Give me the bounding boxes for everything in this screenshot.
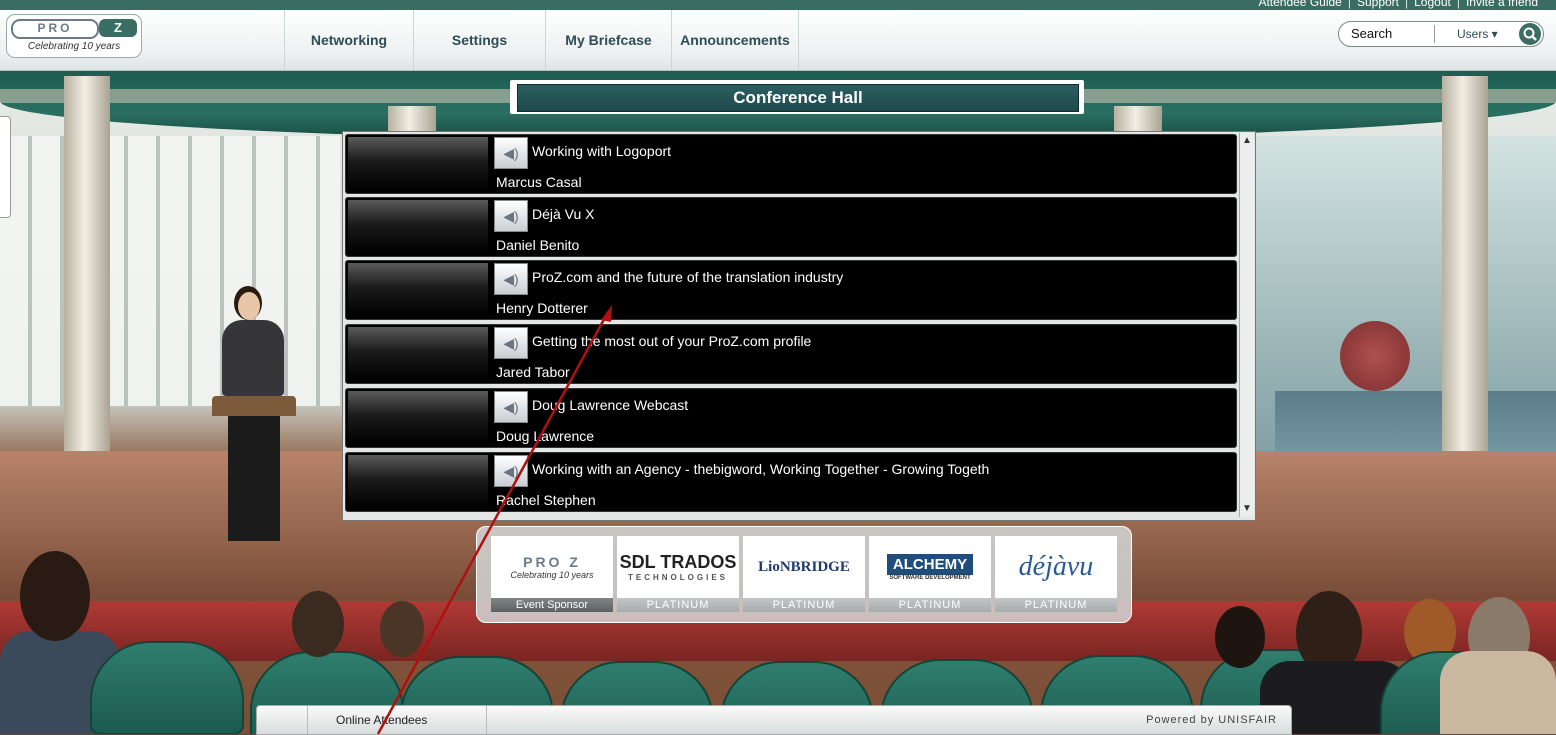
sponsor-dejavu[interactable]: déjàvu PLATINUM [995,536,1117,612]
presenter-figure [222,286,292,396]
sponsor-sub: TECHNOLOGIES [627,573,728,582]
session-list: ◀) Working with Logoport Marcus Casal ◀)… [342,131,1256,521]
page-title: Conference Hall [517,84,1079,112]
session-row[interactable]: ◀) Déjà Vu X Daniel Benito [345,197,1237,257]
speaker-audio-icon[interactable]: ◀) [494,391,528,423]
sponsor-logo-text: ALCHEMY [886,553,974,575]
sponsor-caption: PLATINUM [995,598,1117,612]
session-row[interactable]: ◀) Working with an Agency - thebigword, … [345,452,1237,512]
sponsor-logo-text: déjàvu [1018,551,1094,582]
sponsor-logo-text: LioNBRIDGE [758,558,850,575]
session-thumbnail[interactable] [348,137,488,191]
scroll-up-icon[interactable]: ▲ [1241,134,1253,148]
session-thumbnail[interactable] [348,455,488,509]
session-speaker: Marcus Casal [496,174,582,190]
online-attendees-button[interactable]: Online Attendees [307,706,487,734]
search-box: Search Users ▾ [1338,21,1544,47]
proz-logo[interactable]: PRO Z Celebrating 10 years [6,14,142,58]
sponsor-bar: PRO Z Celebrating 10 years Event Sponsor… [476,526,1132,623]
tab-my-briefcase[interactable]: My Briefcase [545,10,671,70]
nav-tabs: Networking Settings My Briefcase Announc… [284,10,799,70]
session-thumbnail[interactable] [348,391,488,445]
session-title[interactable]: Getting the most out of your ProZ.com pr… [532,333,811,349]
hall-title-frame: Conference Hall [510,80,1084,114]
pillar-left [64,76,110,506]
session-title[interactable]: Doug Lawrence Webcast [532,397,688,413]
powered-by-text: Powered by UNISFAIR [1146,714,1277,726]
session-speaker: Doug Lawrence [496,428,595,444]
sponsor-sub: SOFTWARE DEVELOPMENT [889,574,971,581]
sponsor-caption: PLATINUM [743,598,865,612]
support-link[interactable]: Support [1357,0,1399,9]
session-thumbnail[interactable] [348,263,488,317]
session-title[interactable]: ProZ.com and the future of the translati… [532,269,843,285]
session-speaker: Jared Tabor [496,364,570,380]
logo-pro-text: PRO [11,19,99,39]
session-speaker: Daniel Benito [496,237,580,253]
sponsor-proz[interactable]: PRO Z Celebrating 10 years Event Sponsor [491,536,613,612]
pillar-right [1442,76,1488,506]
sponsor-sdl-trados[interactable]: SDL TRADOS TECHNOLOGIES PLATINUM [617,536,739,612]
search-divider [1434,25,1435,43]
logo-z-text: Z [99,19,137,37]
session-title[interactable]: Working with an Agency - thebigword, Wor… [532,461,989,477]
bottom-bar: Online Attendees Powered by UNISFAIR [256,705,1292,735]
scroll-down-icon[interactable]: ▼ [1241,502,1253,516]
top-links: Attendee Guide | Support | Logout | Invite a f… [1258,0,1538,9]
session-row[interactable]: ◀) Getting the most out of your ProZ.com… [345,324,1237,384]
sponsor-caption: Event Sponsor [491,598,613,612]
sponsor-logo-text: PRO Z [523,554,581,570]
tab-networking[interactable]: Networking [284,10,413,70]
logout-link[interactable]: Logout [1414,0,1451,9]
side-panel-tab[interactable] [0,116,11,218]
speaker-audio-icon[interactable]: ◀) [494,200,528,232]
sponsor-lionbridge[interactable]: LioNBRIDGE PLATINUM [743,536,865,612]
speaker-audio-icon[interactable]: ◀) [494,327,528,359]
session-row[interactable]: ◀) ProZ.com and the future of the transl… [345,260,1237,320]
tab-settings[interactable]: Settings [413,10,545,70]
sponsor-logo-text: SDL TRADOS [619,552,737,572]
top-strip: Attendee Guide | Support | Logout | Invite a f… [0,0,1556,10]
sponsor-caption: PLATINUM [869,598,991,612]
search-icon[interactable] [1519,23,1541,45]
sponsor-caption: PLATINUM [617,598,739,612]
session-row[interactable]: ◀) Doug Lawrence Webcast Doug Lawrence [345,388,1237,448]
nav-bar: PRO Z Celebrating 10 years Networking Se… [0,10,1556,71]
logo-tagline: Celebrating 10 years [27,41,121,52]
session-speaker: Rachel Stephen [496,492,596,508]
invite-friend-link[interactable]: Invite a friend [1466,0,1538,9]
attendee-guide-link[interactable]: Attendee Guide [1258,0,1341,9]
speaker-audio-icon[interactable]: ◀) [494,263,528,295]
speaker-audio-icon[interactable]: ◀) [494,137,528,169]
sponsor-alchemy[interactable]: ALCHEMY SOFTWARE DEVELOPMENT PLATINUM [869,536,991,612]
session-row[interactable]: ◀) Working with Logoport Marcus Casal [345,134,1237,194]
search-input[interactable]: Search [1351,26,1392,41]
podium [212,396,296,541]
session-speaker: Henry Dotterer [496,300,588,316]
tab-announcements[interactable]: Announcements [671,10,799,70]
session-title[interactable]: Déjà Vu X [532,206,595,222]
session-thumbnail[interactable] [348,327,488,381]
sponsor-tagline: Celebrating 10 years [510,570,594,580]
session-scrollbar[interactable]: ▲ ▼ [1239,133,1254,517]
atrium-tree [1340,321,1410,391]
session-title[interactable]: Working with Logoport [532,143,671,159]
session-thumbnail[interactable] [348,200,488,254]
speaker-audio-icon[interactable]: ◀) [494,455,528,487]
users-dropdown[interactable]: Users ▾ [1457,27,1498,41]
